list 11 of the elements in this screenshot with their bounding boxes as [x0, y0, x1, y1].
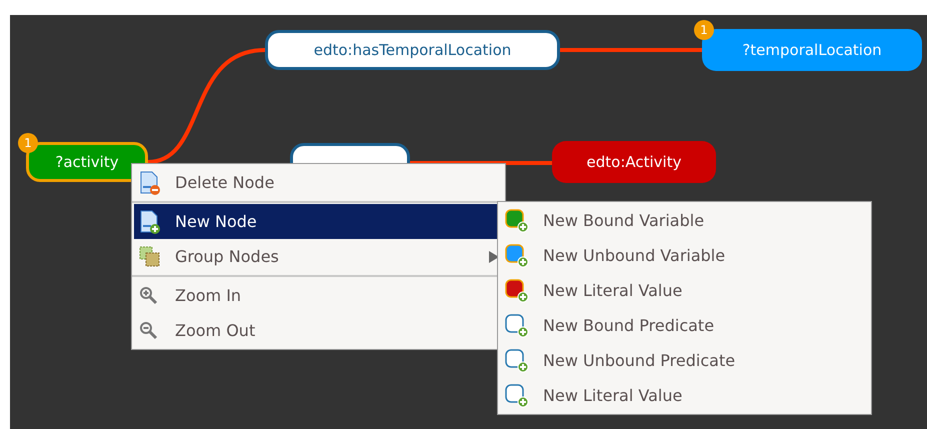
document-minus-icon [139, 170, 161, 194]
predicate-node-plus-icon [505, 384, 529, 408]
count-badge: 1 [18, 133, 38, 153]
predicate-node-plus-icon [505, 314, 529, 338]
count-badge: 1 [694, 20, 714, 40]
graph-node[interactable]: edto:Activity [552, 141, 716, 183]
document-plus-icon [139, 210, 161, 234]
menu-item[interactable]: New Literal Value [498, 378, 871, 413]
group-icon [139, 246, 161, 268]
graph-node[interactable]: edto:hasTemporalLocation [265, 30, 560, 70]
predicate-node-plus-icon [505, 348, 529, 372]
